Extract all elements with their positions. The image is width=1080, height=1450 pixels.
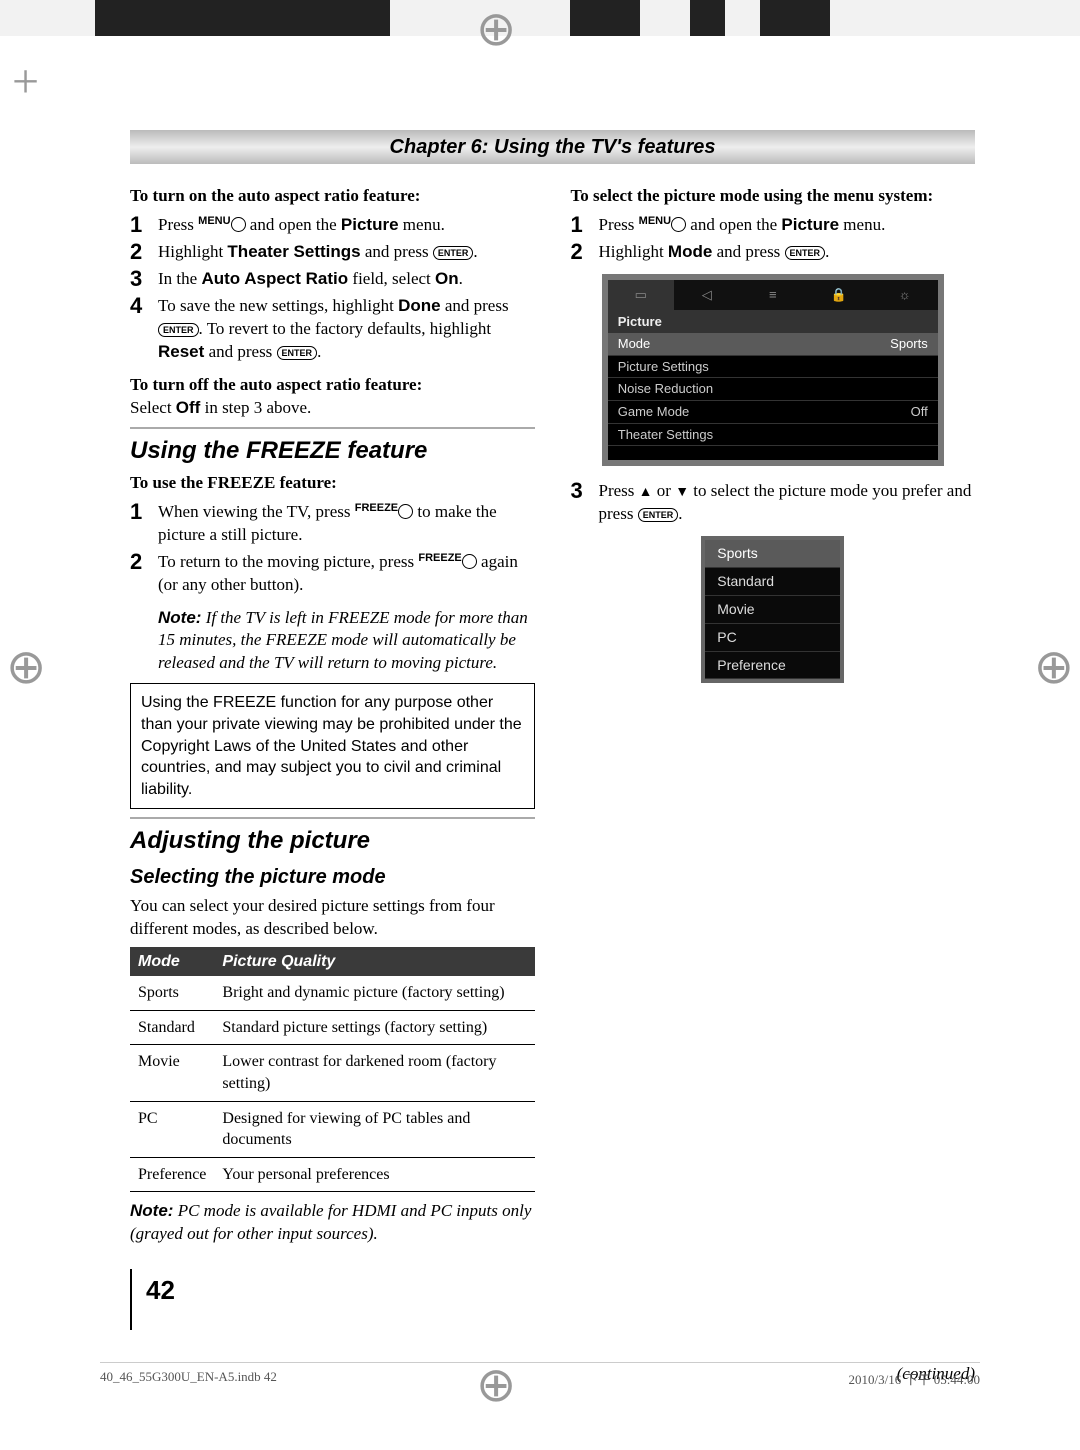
enter-button-icon: ENTER — [785, 246, 826, 260]
pc-mode-note: Note: PC mode is available for HDMI and … — [130, 1200, 535, 1246]
mode-option: PC — [705, 624, 840, 652]
osd-tab-settings-icon: ≡ — [740, 280, 806, 310]
table-row: PCDesigned for viewing of PC tables and … — [130, 1101, 535, 1157]
step-number: 3 — [130, 268, 158, 290]
table-row: StandardStandard picture settings (facto… — [130, 1010, 535, 1045]
step-text: Press ▲ or ▼ to select the picture mode … — [599, 480, 976, 526]
osd-mode-list: Sports Standard Movie PC Preference — [701, 536, 844, 683]
steps-select-mode-cont: 3 Press ▲ or ▼ to select the picture mod… — [571, 480, 976, 526]
crop-mark: ⊕ — [476, 6, 516, 54]
table-row: PreferenceYour personal preferences — [130, 1157, 535, 1192]
mode-option: Standard — [705, 568, 840, 596]
mode-option: Movie — [705, 596, 840, 624]
step-text: Press MENU and open the Picture menu. — [158, 214, 445, 237]
step-text: To save the new settings, highlight Done… — [158, 295, 535, 364]
step-text: Press MENU and open the Picture menu. — [599, 214, 886, 237]
step-number: 2 — [130, 241, 158, 263]
step-number: 2 — [130, 551, 158, 573]
remote-button-icon — [462, 554, 477, 569]
auto-off-text: Select Off in step 3 above. — [130, 397, 535, 420]
steps-select-mode: 1 Press MENU and open the Picture menu. … — [571, 214, 976, 264]
enter-button-icon: ENTER — [433, 246, 474, 260]
step-text: Highlight Mode and press ENTER. — [599, 241, 830, 264]
osd-header: Picture — [608, 310, 938, 334]
step-text: Highlight Theater Settings and press ENT… — [158, 241, 478, 264]
osd-tab-lock-icon: 🔒 — [806, 280, 872, 310]
left-column: To turn on the auto aspect ratio feature… — [130, 185, 535, 1340]
crop-mark: + — [12, 58, 39, 106]
section-adjust: Adjusting the picture — [130, 817, 535, 857]
picture-mode-table: ModePicture Quality SportsBright and dyn… — [130, 947, 535, 1193]
print-footer: 40_46_55G300U_EN-A5.indb 42 2010/3/16 下午… — [100, 1362, 980, 1388]
section-freeze: Using the FREEZE feature — [130, 427, 535, 467]
enter-button-icon: ENTER — [638, 508, 679, 522]
down-arrow-icon: ▼ — [675, 485, 689, 500]
remote-button-icon — [231, 217, 246, 232]
osd-row: Theater Settings — [608, 424, 938, 447]
step-number: 1 — [130, 501, 158, 523]
step-text: To return to the moving picture, press F… — [158, 551, 535, 597]
print-registration-bar — [0, 0, 1080, 36]
col-mode: Mode — [130, 947, 214, 977]
step-number: 2 — [571, 241, 599, 263]
right-column: To select the picture mode using the men… — [571, 185, 976, 1340]
enter-button-icon: ENTER — [277, 346, 318, 360]
osd-row: ModeSports — [608, 333, 938, 356]
mode-option: Preference — [705, 652, 840, 680]
enter-button-icon: ENTER — [158, 323, 199, 337]
heading-select-menu: To select the picture mode using the men… — [571, 185, 976, 208]
table-row: MovieLower contrast for darkened room (f… — [130, 1045, 535, 1101]
table-row: SportsBright and dynamic picture (factor… — [130, 976, 535, 1010]
heading-freeze-use: To use the FREEZE feature: — [130, 472, 535, 495]
subsection-select-mode: Selecting the picture mode — [130, 864, 535, 891]
remote-button-icon — [398, 504, 413, 519]
step-number: 1 — [571, 214, 599, 236]
chapter-title: Chapter 6: Using the TV's features — [130, 130, 975, 164]
menu-button-label: MENU — [639, 215, 671, 227]
crop-mark: ⊕ — [6, 644, 46, 692]
freeze-button-label: FREEZE — [355, 502, 398, 514]
osd-row: Picture Settings — [608, 356, 938, 379]
osd-tab-setup-icon: ☼ — [872, 280, 938, 310]
col-quality: Picture Quality — [214, 947, 534, 977]
freeze-button-label: FREEZE — [418, 552, 461, 564]
step-number: 4 — [130, 295, 158, 317]
heading-auto-off: To turn off the auto aspect ratio featur… — [130, 374, 535, 397]
osd-tab-picture-icon: ▭ — [608, 280, 674, 310]
remote-button-icon — [671, 217, 686, 232]
steps-freeze: 1 When viewing the TV, press FREEZE to m… — [130, 501, 535, 597]
osd-tab-audio-icon: ◁ — [674, 280, 740, 310]
heading-auto-on: To turn on the auto aspect ratio feature… — [130, 185, 535, 208]
osd-picture-menu: ▭ ◁ ≡ 🔒 ☼ Picture ModeSports Picture Set… — [602, 274, 944, 466]
footer-filename: 40_46_55G300U_EN-A5.indb 42 — [100, 1369, 277, 1388]
manual-page: + ⊕ ⊕ ⊕ ⊕ Chapter 6: Using the TV's feat… — [0, 0, 1080, 1450]
menu-button-label: MENU — [198, 215, 230, 227]
step-number: 1 — [130, 214, 158, 236]
select-mode-body: You can select your desired picture sett… — [130, 895, 535, 941]
osd-row: Noise Reduction — [608, 378, 938, 401]
mode-option: Sports — [705, 540, 840, 568]
steps-auto-on: 1 Press MENU and open the Picture menu. … — [130, 214, 535, 364]
page-number: 42 — [130, 1269, 175, 1330]
freeze-note: Note: If the TV is left in FREEZE mode f… — [158, 607, 535, 676]
content-area: To turn on the auto aspect ratio feature… — [130, 185, 975, 1340]
freeze-warning-box: Using the FREEZE function for any purpos… — [130, 683, 535, 809]
osd-row: Game ModeOff — [608, 401, 938, 424]
step-text: When viewing the TV, press FREEZE to mak… — [158, 501, 535, 547]
footer-timestamp: 2010/3/16 下午 05:44:00 — [849, 1369, 980, 1388]
crop-mark: ⊕ — [1034, 644, 1074, 692]
up-arrow-icon: ▲ — [639, 485, 653, 500]
step-text: In the Auto Aspect Ratio field, select O… — [158, 268, 463, 291]
step-number: 3 — [571, 480, 599, 502]
